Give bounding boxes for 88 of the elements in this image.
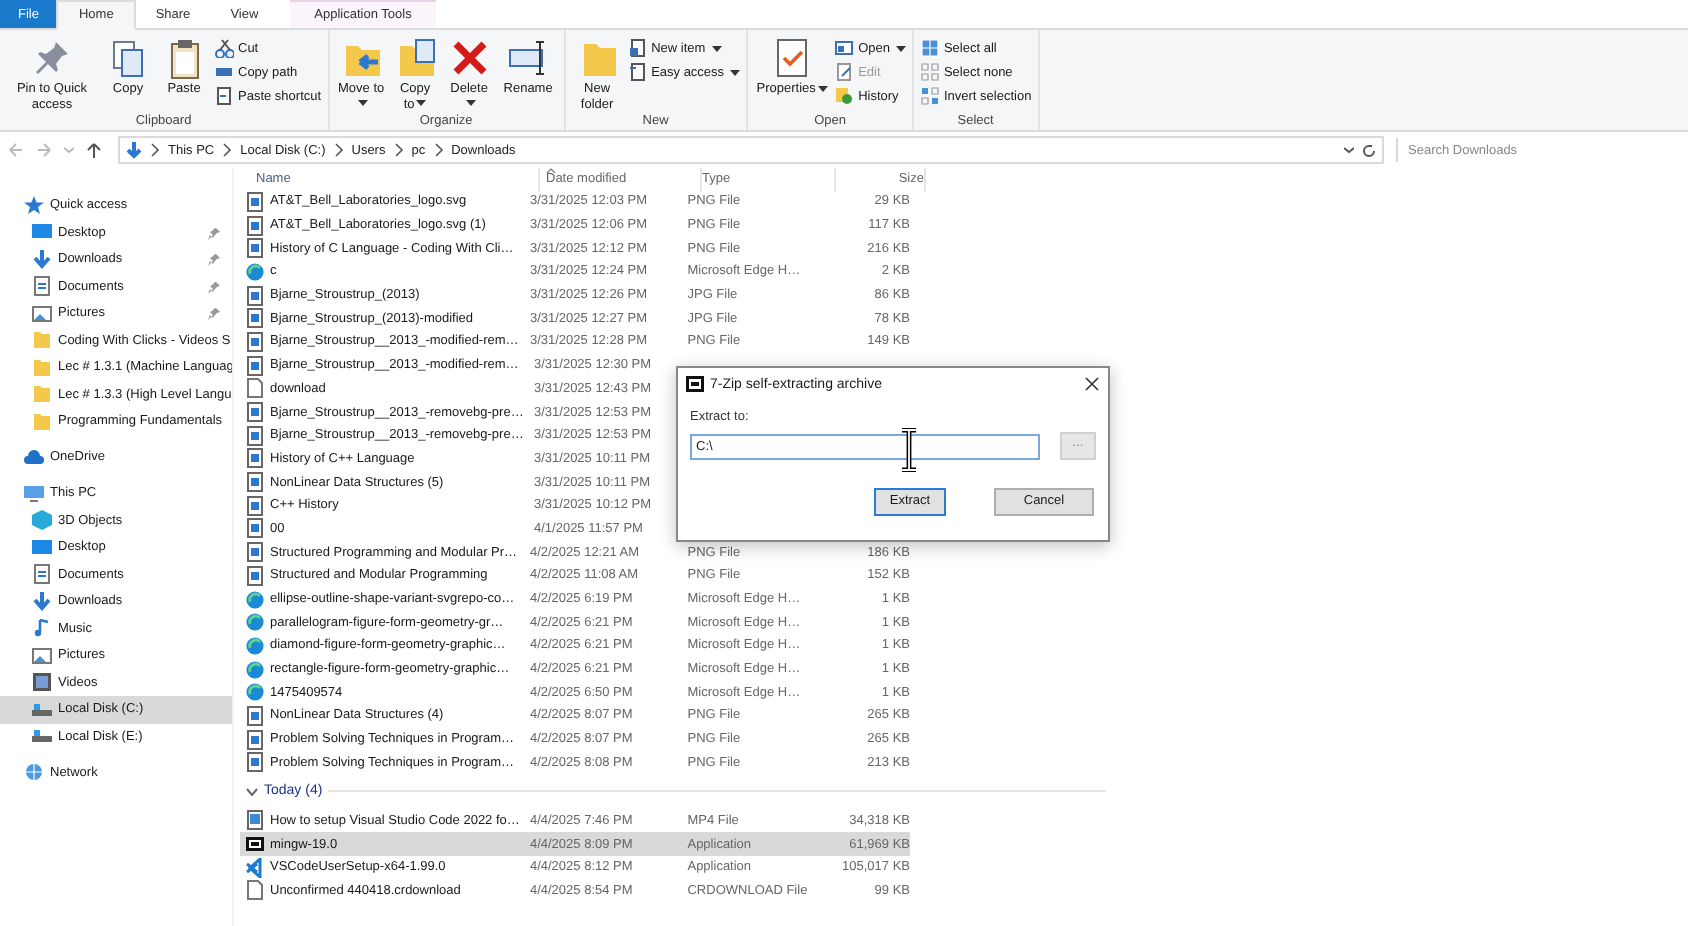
edge-browser-icon [246, 682, 264, 703]
folder-icon [32, 384, 52, 405]
select-all-icon [919, 38, 940, 58]
shortcut-icon [214, 86, 234, 106]
caret-icon [711, 45, 722, 51]
blank-file-icon [246, 378, 264, 399]
desktop-icon [32, 537, 52, 558]
archive-app-icon [246, 834, 264, 855]
drive-icon [32, 726, 52, 747]
select-none-icon [919, 62, 940, 82]
image-file-icon [246, 238, 264, 259]
caret-icon [730, 69, 741, 75]
desktop-icon [32, 222, 52, 243]
forward-arrow-icon [36, 142, 52, 158]
document-icon [32, 564, 52, 585]
computer-icon [24, 483, 44, 504]
ibeam-cursor-icon [900, 428, 918, 472]
network-icon [24, 762, 44, 783]
folder-icon [32, 330, 52, 351]
easy-access-icon [627, 62, 648, 82]
image-file-icon [246, 448, 264, 469]
download-arrow-icon [126, 141, 142, 159]
image-file-icon [246, 285, 264, 306]
chevron-icon [433, 142, 444, 158]
image-file-icon [246, 705, 264, 726]
star-icon [24, 195, 44, 216]
back-arrow-icon [8, 142, 24, 158]
image-file-icon [246, 402, 264, 423]
download-arrow-icon [32, 249, 52, 270]
drive-icon [32, 699, 52, 720]
chevron-icon [150, 142, 160, 158]
caret-icon [416, 100, 427, 107]
history-icon [834, 86, 855, 106]
caret-icon [465, 100, 476, 107]
download-arrow-icon [32, 591, 52, 612]
image-file-icon [246, 518, 264, 539]
dropdown-chevron-icon [64, 146, 74, 154]
image-file-icon [246, 565, 264, 586]
dropdown-chevron-icon [1344, 146, 1354, 154]
invert-icon [919, 86, 940, 106]
image-file-icon [246, 752, 264, 773]
scissors-icon [214, 38, 234, 58]
archive-app-icon [686, 376, 704, 392]
edge-browser-icon [246, 635, 264, 656]
pictures-icon [32, 303, 52, 324]
image-file-icon [246, 331, 264, 352]
close-icon [1084, 376, 1100, 392]
image-file-icon [246, 495, 264, 516]
path-icon [214, 62, 234, 82]
code-editor-icon [246, 857, 264, 878]
pin-icon [208, 308, 220, 320]
pin-icon [208, 281, 220, 293]
caret-icon [895, 45, 906, 51]
edit-icon [834, 62, 855, 82]
image-file-icon [246, 355, 264, 376]
image-file-icon [246, 472, 264, 493]
up-arrow-icon [86, 142, 102, 158]
music-note-icon [32, 618, 52, 639]
chevron-icon [393, 142, 404, 158]
cloud-icon [24, 447, 44, 468]
caret-icon [817, 85, 828, 92]
image-file-icon [246, 215, 264, 236]
edge-browser-icon [246, 659, 264, 680]
refresh-icon [1362, 143, 1376, 157]
window-icon [834, 38, 855, 58]
pictures-icon [32, 645, 52, 666]
edge-browser-icon [246, 612, 264, 633]
new-item-icon [627, 38, 648, 58]
image-file-icon [246, 425, 264, 446]
chevron-icon [222, 142, 233, 158]
pin-icon [208, 254, 220, 266]
video-file-icon [246, 810, 264, 831]
folder-icon [32, 357, 52, 378]
image-file-icon [246, 308, 264, 329]
image-file-icon [246, 192, 264, 212]
collapse-chevron-icon [246, 787, 258, 796]
edge-browser-icon [246, 261, 264, 282]
document-icon [32, 276, 52, 297]
chevron-icon [333, 142, 344, 158]
blank-file-icon [246, 880, 264, 901]
cube-icon [32, 510, 52, 531]
image-file-icon [246, 542, 264, 563]
folder-icon [32, 411, 52, 432]
film-icon [32, 672, 52, 693]
edge-browser-icon [246, 589, 264, 610]
pin-icon [208, 227, 220, 239]
image-file-icon [246, 729, 264, 750]
caret-icon [357, 100, 368, 107]
